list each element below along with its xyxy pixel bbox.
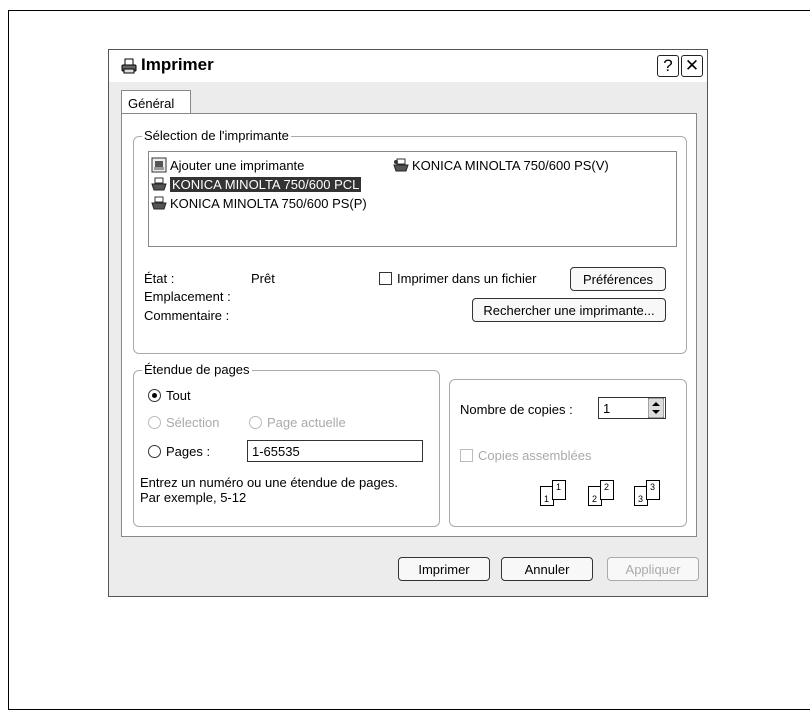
selection-label[interactable]: Sélection xyxy=(166,415,219,430)
all-pages-radio[interactable] xyxy=(148,389,161,402)
all-pages-label[interactable]: Tout xyxy=(166,388,191,403)
printer-icon xyxy=(151,177,167,191)
apply-button-label: Appliquer xyxy=(625,561,681,577)
printer-item-label: KONICA MINOLTA 750/600 PCL xyxy=(170,176,362,192)
printer-list[interactable]: Ajouter une imprimante KONICA MINOLTA 75… xyxy=(148,151,677,247)
printer-item-label: KONICA MINOLTA 750/600 PS(V) xyxy=(412,157,609,173)
collate-checkbox[interactable] xyxy=(460,449,473,462)
help-icon: ? xyxy=(663,56,673,75)
printer-item-pcl[interactable]: KONICA MINOLTA 750/600 PCL xyxy=(151,175,362,193)
collate-page: 1 xyxy=(552,480,566,500)
printer-item-label: KONICA MINOLTA 750/600 PS(P) xyxy=(170,195,367,211)
close-button[interactable]: ✕ xyxy=(681,55,703,77)
tab-general-label: Général xyxy=(128,96,175,111)
apply-button[interactable]: Appliquer xyxy=(607,557,699,581)
dialog-title: Imprimer xyxy=(141,55,214,74)
preferences-button[interactable]: Préférences xyxy=(570,267,666,291)
printer-icon xyxy=(151,196,167,210)
cancel-button-label: Annuler xyxy=(524,561,570,577)
title-bar: Imprimer ? ✕ xyxy=(109,50,707,82)
location-label: Emplacement : xyxy=(144,289,231,304)
comment-label: Commentaire : xyxy=(144,308,230,323)
pages-radio[interactable] xyxy=(148,445,161,458)
printer-icon xyxy=(393,158,409,172)
pages-input-value: 1-65535 xyxy=(252,444,300,459)
printer-item-ps-v[interactable]: KONICA MINOLTA 750/600 PS(V) xyxy=(393,156,609,174)
page-range-hint: Entrez un numéro ou une étendue de pages… xyxy=(140,475,399,490)
page-range-group: Étendue de pages Tout Sélection Page act… xyxy=(133,362,440,527)
selection-radio[interactable] xyxy=(148,416,161,429)
close-icon: ✕ xyxy=(684,56,700,75)
help-button[interactable]: ? xyxy=(657,55,679,77)
print-button-label: Imprimer xyxy=(418,561,470,577)
pages-label[interactable]: Pages : xyxy=(166,444,210,459)
collate-page: 2 xyxy=(600,480,614,500)
current-page-label[interactable]: Page actuelle xyxy=(267,415,346,430)
tab-general[interactable]: Général xyxy=(121,90,191,114)
find-printer-button-label: Rechercher une imprimante... xyxy=(483,302,655,318)
print-button[interactable]: Imprimer xyxy=(398,557,490,581)
collate-label[interactable]: Copies assemblées xyxy=(478,448,591,463)
add-printer-icon xyxy=(151,157,167,173)
preferences-button-label: Préférences xyxy=(582,271,654,287)
page-range-legend: Étendue de pages xyxy=(142,362,252,377)
printer-item-label: Ajouter une imprimante xyxy=(170,157,305,173)
find-printer-button[interactable]: Rechercher une imprimante... xyxy=(472,298,666,322)
copies-group: Nombre de copies : 1 Copies assemblées 1… xyxy=(449,379,687,527)
copies-label: Nombre de copies : xyxy=(460,402,573,417)
collate-page: 3 xyxy=(646,480,660,500)
page-range-example: Par exemple, 5-12 xyxy=(140,490,247,505)
printer-selection-group: Sélection de l'imprimante Ajouter une im… xyxy=(133,128,687,354)
printer-selection-legend: Sélection de l'imprimante xyxy=(142,128,291,143)
printer-icon xyxy=(121,58,137,74)
print-to-file-checkbox[interactable] xyxy=(379,272,392,285)
current-page-radio[interactable] xyxy=(249,416,262,429)
status-label: État : xyxy=(144,271,175,286)
status-value: Prêt xyxy=(251,271,275,286)
cancel-button[interactable]: Annuler xyxy=(501,557,593,581)
printer-item-ps-p[interactable]: KONICA MINOLTA 750/600 PS(P) xyxy=(151,194,367,212)
print-dialog: Imprimer ? ✕ Général Sélection de l'impr… xyxy=(108,49,708,597)
pages-input[interactable]: 1-65535 xyxy=(247,440,423,462)
copies-spinner-icon[interactable] xyxy=(648,398,664,418)
printer-item-add[interactable]: Ajouter une imprimante xyxy=(151,156,304,174)
print-to-file-label[interactable]: Imprimer dans un fichier xyxy=(397,271,536,286)
general-tab-panel: Sélection de l'imprimante Ajouter une im… xyxy=(121,113,697,537)
copies-input-value: 1 xyxy=(603,401,611,416)
